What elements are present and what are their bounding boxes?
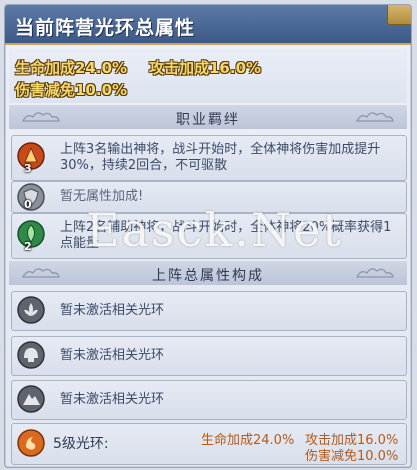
helmet-emblem-icon <box>17 341 45 369</box>
total-hp-bonus: 生命加成24.0% <box>15 59 128 77</box>
bond-count: 2 <box>24 240 32 253</box>
lotus-emblem-icon <box>17 296 45 324</box>
cloud-ornament-icon <box>355 268 394 278</box>
aura-hp-bonus: 生命加成24.0% <box>201 433 295 448</box>
title-bar: 当前阵营光环总属性 <box>5 5 411 45</box>
cloud-ornament-icon <box>355 112 394 122</box>
aura-row: 暂未激活相关光环 <box>11 336 407 376</box>
aura-status: 暂未激活相关光环 <box>60 348 165 363</box>
total-attributes: 生命加成24.0% 攻击加成16.0% 伤害减免10.0% <box>9 49 407 103</box>
flame-swirl-icon <box>17 429 45 457</box>
bond-count: 3 <box>24 162 32 175</box>
aura-status: 暂未激活相关光环 <box>60 303 165 318</box>
close-button[interactable] <box>387 5 411 25</box>
aura-row: 暂未激活相关光环 <box>11 380 407 420</box>
total-damage-reduction: 伤害减免10.0% <box>15 81 128 99</box>
aura-row: 暂未激活相关光环 <box>11 291 407 331</box>
lineup-attributes-header: 上阵总属性构成 <box>9 261 407 285</box>
panel-title: 当前阵营光环总属性 <box>15 17 196 39</box>
mountain-emblem-icon <box>17 385 45 413</box>
bond-description: 上阵3名输出神将，战斗开始时，全体神将伤害加成提升30%，持续2回合，不可驱散 <box>60 142 381 173</box>
career-bond-header: 职业羁绊 <box>9 105 407 129</box>
aura-damage-reduction: 伤害减免10.0% <box>305 449 399 464</box>
lineup-attributes-title: 上阵总属性构成 <box>152 268 264 284</box>
aura-level-label: 5级光环: <box>53 436 109 452</box>
aura-status: 暂未激活相关光环 <box>60 392 165 407</box>
total-attack-bonus: 攻击加成16.0% <box>149 59 262 77</box>
bond-count: 0 <box>24 198 32 211</box>
career-bond-title: 职业羁绊 <box>176 112 240 128</box>
watermark-text: Easck.Net <box>86 203 343 257</box>
career-bond-row: 3 上阵3名输出神将，战斗开始时，全体神将伤害加成提升30%，持续2回合，不可驱… <box>11 135 407 181</box>
